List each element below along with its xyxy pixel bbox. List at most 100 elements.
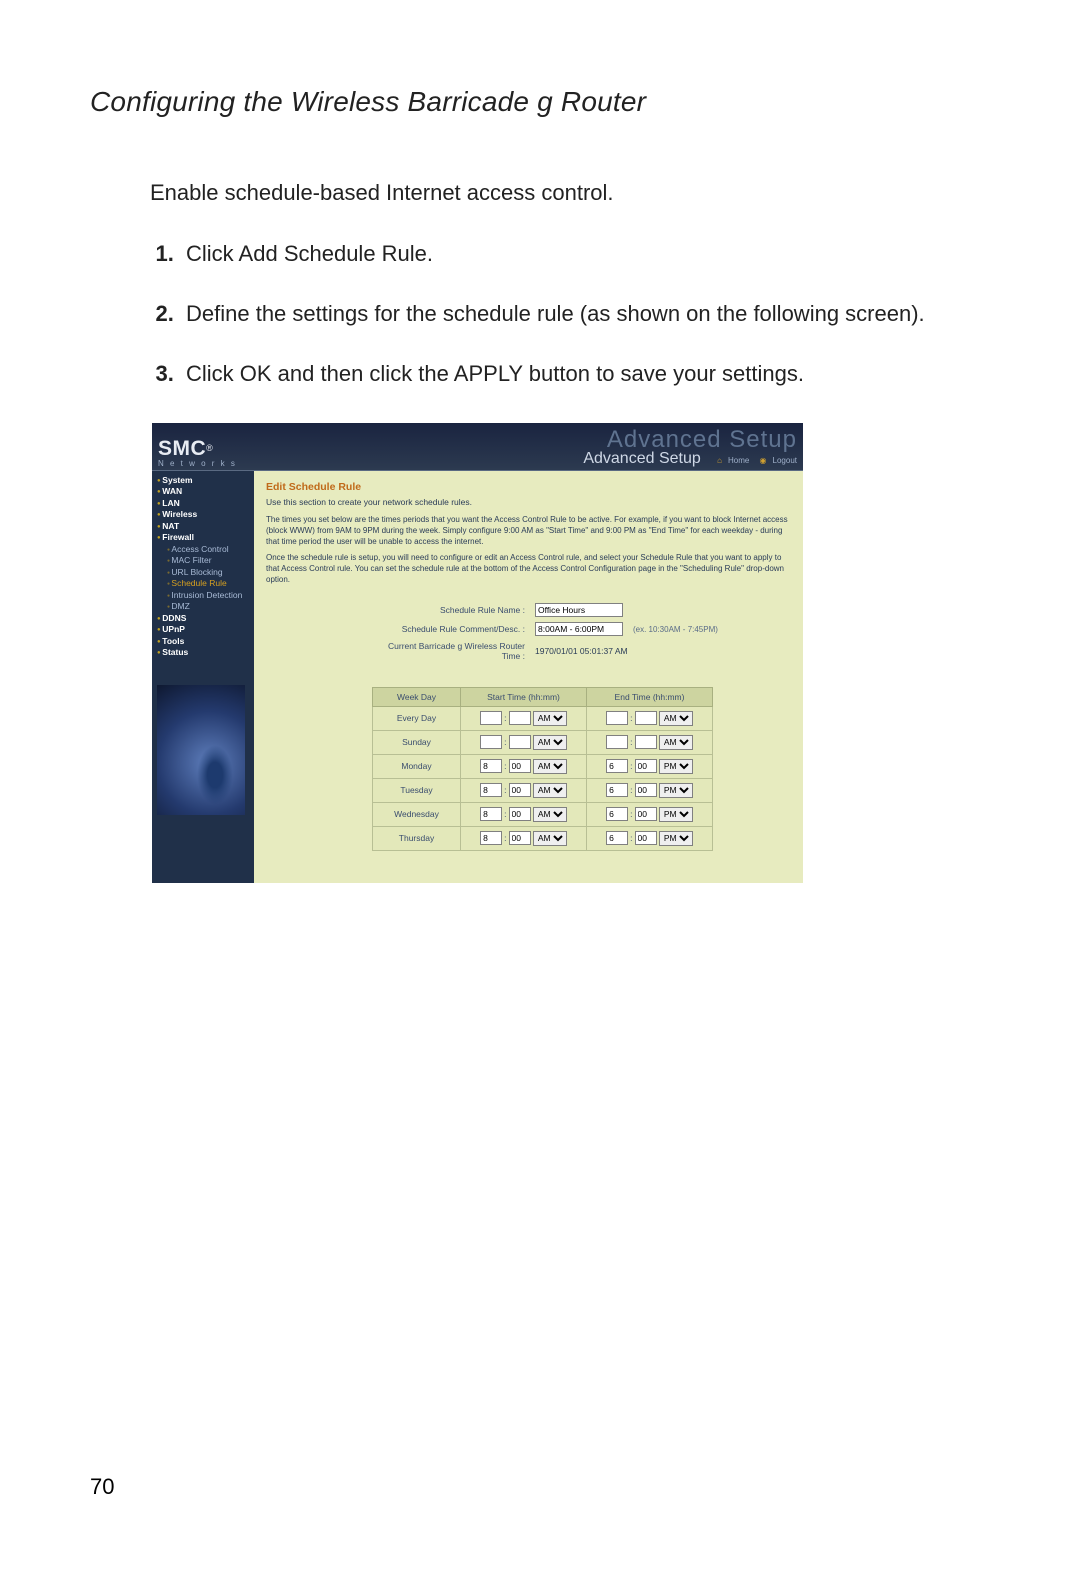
brand-logo: SMC® N e t w o r k s <box>158 438 237 468</box>
nav-sub-schedule-rule[interactable]: Schedule Rule <box>167 578 250 589</box>
start-ampm-select[interactable]: AMPM <box>533 735 567 750</box>
start-time-cell: : AMPM <box>461 754 587 778</box>
nav-sub-mac-filter[interactable]: MAC Filter <box>167 555 250 566</box>
end-minute-input[interactable] <box>635 735 657 749</box>
day-cell: Every Day <box>373 706 461 730</box>
start-minute-input[interactable] <box>509 711 531 725</box>
col-header-end: End Time (hh:mm) <box>587 687 713 706</box>
start-minute-input[interactable] <box>509 735 531 749</box>
table-row: Monday: AMPM: AMPM <box>373 754 713 778</box>
day-cell: Monday <box>373 754 461 778</box>
logout-icon: ◉ <box>760 456 767 465</box>
start-minute-input[interactable] <box>509 759 531 773</box>
end-hour-input[interactable] <box>606 807 628 821</box>
nav-item-wan[interactable]: WAN <box>157 486 250 497</box>
content-panel: Edit Schedule Rule Use this section to c… <box>254 471 803 883</box>
start-ampm-select[interactable]: AMPM <box>533 807 567 822</box>
start-ampm-select[interactable]: AMPM <box>533 759 567 774</box>
day-cell: Thursday <box>373 826 461 850</box>
step-item: Click OK and then click the APPLY button… <box>180 358 990 390</box>
page-number: 70 <box>90 1474 114 1500</box>
nav-sub-intrusion-detection[interactable]: Intrusion Detection <box>167 590 250 601</box>
intro-text: Enable schedule-based Internet access co… <box>150 180 990 206</box>
page-title: Configuring the Wireless Barricade g Rou… <box>90 86 990 118</box>
logout-link[interactable]: ◉Logout <box>756 456 797 465</box>
start-hour-input[interactable] <box>480 759 502 773</box>
sidebar-decor-image <box>157 685 245 815</box>
start-hour-input[interactable] <box>480 831 502 845</box>
header-ghost-text: Advanced Setup <box>607 426 797 454</box>
end-hour-input[interactable] <box>606 735 628 749</box>
end-time-cell: : AMPM <box>587 778 713 802</box>
end-hour-input[interactable] <box>606 783 628 797</box>
start-ampm-select[interactable]: AMPM <box>533 831 567 846</box>
rule-comment-input[interactable] <box>535 622 623 636</box>
nav-item-tools[interactable]: Tools <box>157 636 250 647</box>
section-subtitle: Use this section to create your network … <box>266 497 791 507</box>
start-hour-input[interactable] <box>480 711 502 725</box>
day-cell: Sunday <box>373 730 461 754</box>
start-ampm-select[interactable]: AMPM <box>533 711 567 726</box>
nav-item-ddns[interactable]: DDNS <box>157 613 250 624</box>
end-minute-input[interactable] <box>635 831 657 845</box>
end-time-cell: : AMPM <box>587 730 713 754</box>
col-header-start: Start Time (hh:mm) <box>461 687 587 706</box>
router-time-label: Current Barricade g Wireless Router Time… <box>374 640 529 663</box>
end-hour-input[interactable] <box>606 711 628 725</box>
start-minute-input[interactable] <box>509 783 531 797</box>
end-minute-input[interactable] <box>635 711 657 725</box>
section-paragraph: Once the schedule rule is setup, you wil… <box>266 553 791 585</box>
nav-item-nat[interactable]: NAT <box>157 521 250 532</box>
home-link[interactable]: ⌂Home <box>713 456 749 465</box>
rule-comment-hint: (ex. 10:30AM - 7:45PM) <box>629 621 722 638</box>
start-ampm-select[interactable]: AMPM <box>533 783 567 798</box>
section-title: Edit Schedule Rule <box>266 481 791 493</box>
table-row: Every Day: AMPM: AMPM <box>373 706 713 730</box>
router-screenshot: SMC® N e t w o r k s Advanced Setup Adva… <box>152 423 803 883</box>
end-time-cell: : AMPM <box>587 754 713 778</box>
schedule-table: Week Day Start Time (hh:mm) End Time (hh… <box>372 687 713 851</box>
end-ampm-select[interactable]: AMPM <box>659 711 693 726</box>
end-hour-input[interactable] <box>606 831 628 845</box>
sidebar: System WAN LAN Wireless NAT Firewall Acc… <box>152 471 254 883</box>
brand-reg: ® <box>206 443 213 453</box>
brand-name: SMC <box>158 437 206 460</box>
nav-item-upnp[interactable]: UPnP <box>157 624 250 635</box>
start-hour-input[interactable] <box>480 807 502 821</box>
rule-name-input[interactable] <box>535 603 623 617</box>
end-ampm-select[interactable]: AMPM <box>659 759 693 774</box>
col-header-day: Week Day <box>373 687 461 706</box>
nav-item-firewall[interactable]: Firewall <box>157 532 250 543</box>
step-item: Define the settings for the schedule rul… <box>180 298 990 330</box>
end-ampm-select[interactable]: AMPM <box>659 783 693 798</box>
nav-item-lan[interactable]: LAN <box>157 498 250 509</box>
end-ampm-select[interactable]: AMPM <box>659 831 693 846</box>
nav-item-status[interactable]: Status <box>157 647 250 658</box>
nav-item-wireless[interactable]: Wireless <box>157 509 250 520</box>
nav-sub-access-control[interactable]: Access Control <box>167 544 250 555</box>
meta-table: Schedule Rule Name : Schedule Rule Comme… <box>372 600 724 665</box>
router-time-value: 1970/01/01 05:01:37 AM <box>531 640 722 663</box>
nav-sub-dmz[interactable]: DMZ <box>167 601 250 612</box>
table-row: Wednesday: AMPM: AMPM <box>373 802 713 826</box>
end-time-cell: : AMPM <box>587 802 713 826</box>
day-cell: Wednesday <box>373 802 461 826</box>
table-row: Tuesday: AMPM: AMPM <box>373 778 713 802</box>
end-ampm-select[interactable]: AMPM <box>659 735 693 750</box>
end-time-cell: : AMPM <box>587 706 713 730</box>
table-row: Thursday: AMPM: AMPM <box>373 826 713 850</box>
end-minute-input[interactable] <box>635 807 657 821</box>
start-time-cell: : AMPM <box>461 778 587 802</box>
end-ampm-select[interactable]: AMPM <box>659 807 693 822</box>
steps-list: Click Add Schedule Rule. Define the sett… <box>150 238 990 390</box>
end-minute-input[interactable] <box>635 759 657 773</box>
start-minute-input[interactable] <box>509 831 531 845</box>
start-hour-input[interactable] <box>480 735 502 749</box>
home-icon: ⌂ <box>717 456 722 465</box>
nav-item-system[interactable]: System <box>157 475 250 486</box>
start-hour-input[interactable] <box>480 783 502 797</box>
start-minute-input[interactable] <box>509 807 531 821</box>
end-minute-input[interactable] <box>635 783 657 797</box>
end-hour-input[interactable] <box>606 759 628 773</box>
nav-sub-url-blocking[interactable]: URL Blocking <box>167 567 250 578</box>
